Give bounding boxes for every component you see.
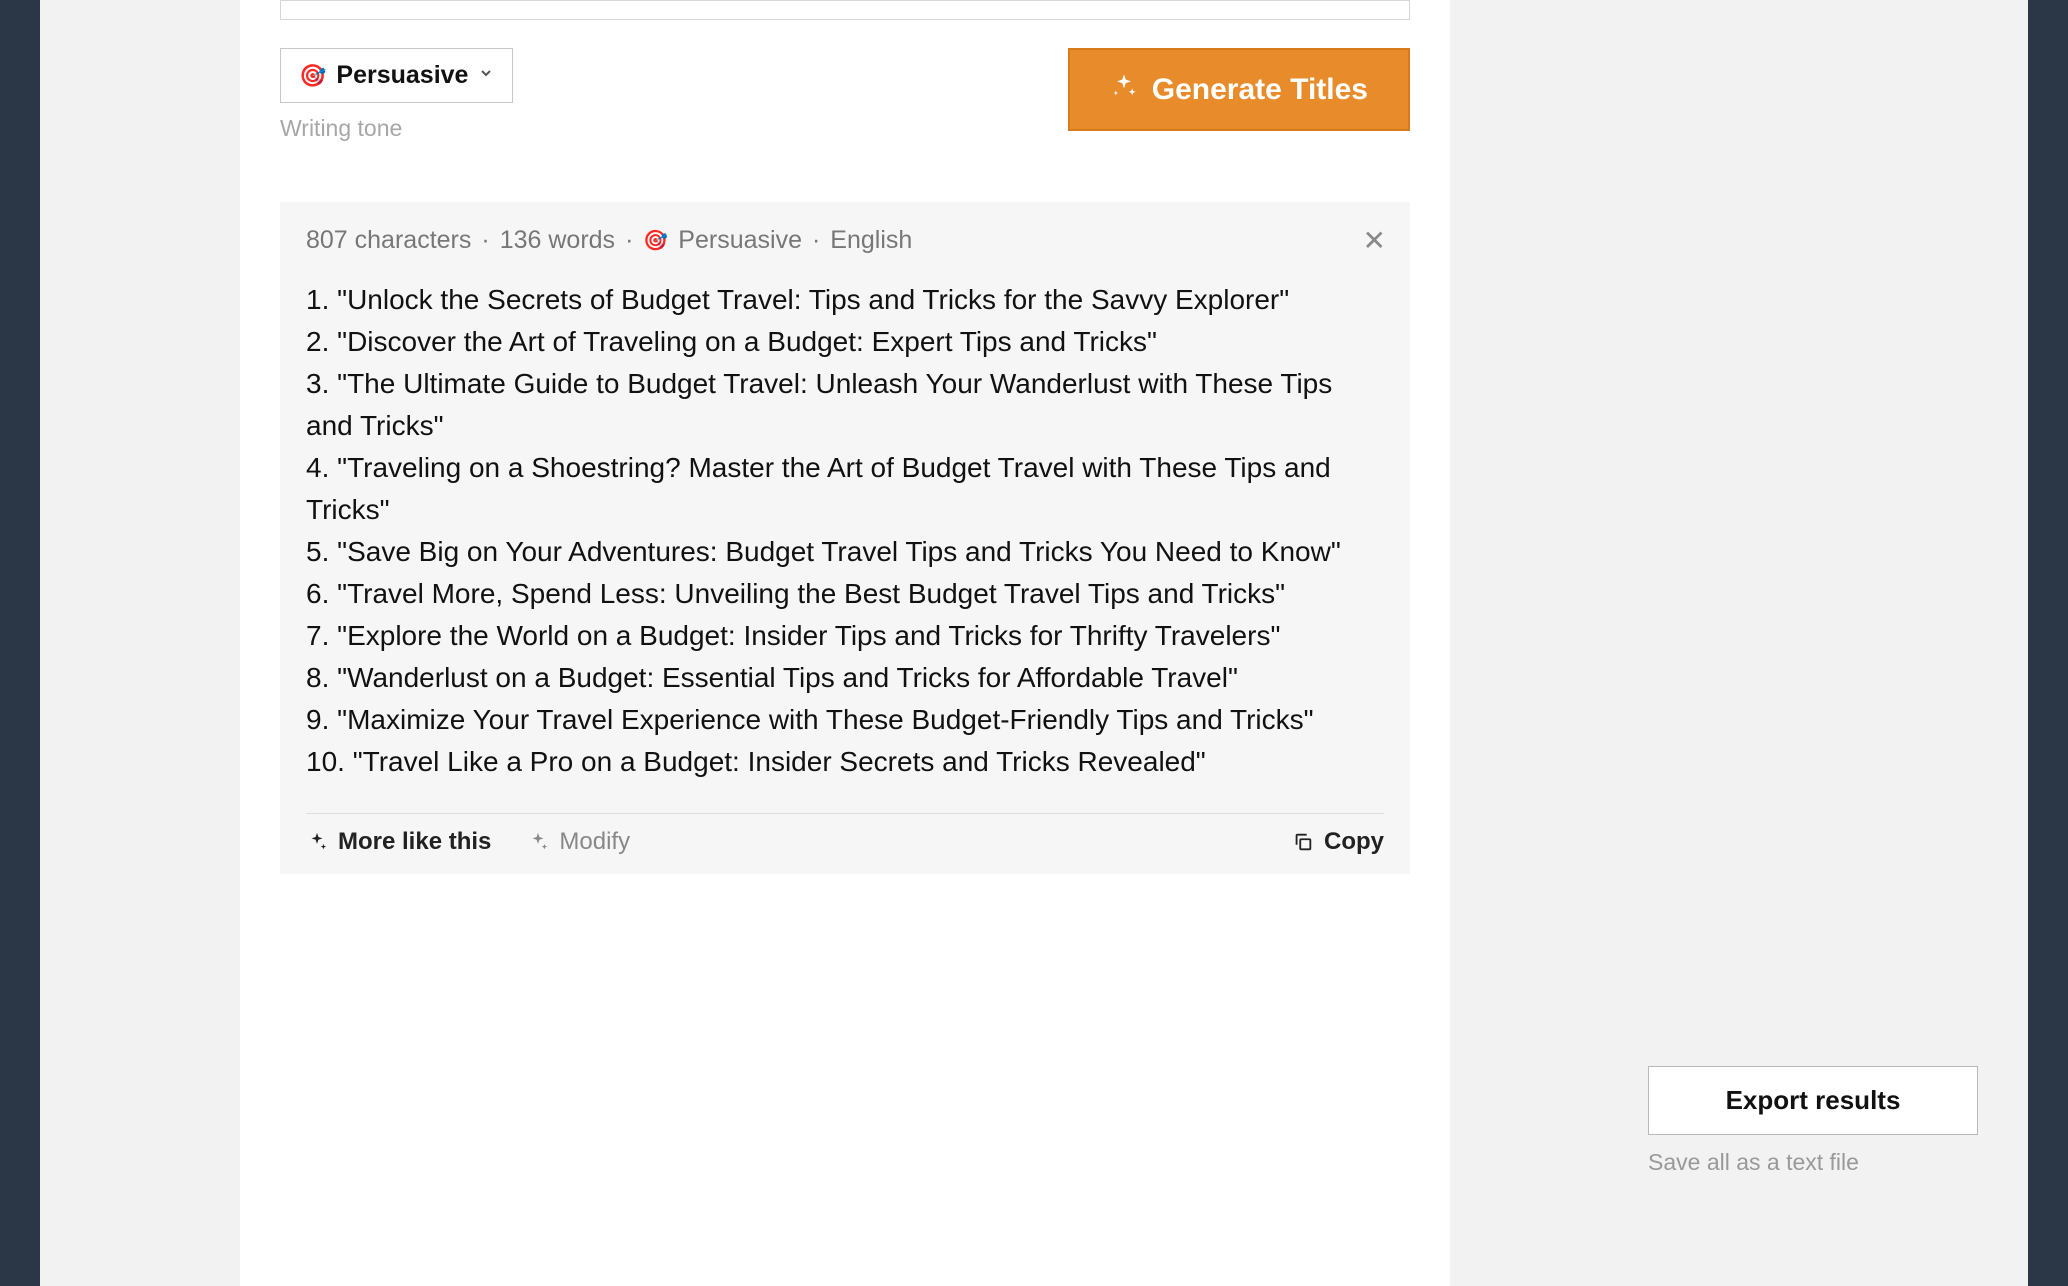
copy-button[interactable]: Copy [1292, 828, 1384, 856]
export-label: Export results [1726, 1085, 1901, 1115]
sparkle-icon [1110, 72, 1138, 107]
meta-tone: Persuasive [678, 226, 802, 255]
result-meta: 807 characters · 136 words · 🎯 Persuasiv… [306, 226, 1384, 255]
list-item: 4. "Traveling on a Shoestring? Master th… [306, 447, 1384, 531]
list-item: 1. "Unlock the Secrets of Budget Travel:… [306, 279, 1384, 321]
divider [306, 813, 1384, 814]
meta-characters: 807 characters [306, 226, 471, 255]
tone-label: Persuasive [336, 61, 468, 90]
export-caption: Save all as a text file [1648, 1149, 1978, 1176]
meta-words: 136 words [500, 226, 615, 255]
chevron-down-icon [478, 65, 494, 86]
list-item: 6. "Travel More, Spend Less: Unveiling t… [306, 573, 1384, 615]
sparkle-icon [527, 831, 549, 853]
more-like-this-button[interactable]: More like this [306, 828, 491, 856]
titles-list: 1. "Unlock the Secrets of Budget Travel:… [306, 279, 1384, 783]
meta-language: English [830, 226, 912, 255]
generate-titles-button[interactable]: Generate Titles [1068, 48, 1410, 131]
copy-icon [1292, 831, 1314, 853]
more-label: More like this [338, 828, 491, 856]
list-item: 9. "Maximize Your Travel Experience with… [306, 699, 1384, 741]
modify-label: Modify [559, 828, 630, 856]
sparkle-icon [306, 831, 328, 853]
list-item: 7. "Explore the World on a Budget: Insid… [306, 615, 1384, 657]
copy-label: Copy [1324, 828, 1384, 856]
target-icon: 🎯 [643, 228, 668, 253]
list-item: 2. "Discover the Art of Traveling on a B… [306, 321, 1384, 363]
list-item: 5. "Save Big on Your Adventures: Budget … [306, 531, 1384, 573]
tone-caption: Writing tone [280, 115, 513, 142]
prompt-input[interactable] [280, 0, 1410, 20]
generate-label: Generate Titles [1152, 73, 1368, 107]
close-icon[interactable]: ✕ [1363, 224, 1386, 257]
list-item: 3. "The Ultimate Guide to Budget Travel:… [306, 363, 1384, 447]
tone-select[interactable]: 🎯 Persuasive [280, 48, 513, 103]
result-card: ✕ 807 characters · 136 words · 🎯 Persuas… [280, 202, 1410, 874]
list-item: 10. "Travel Like a Pro on a Budget: Insi… [306, 741, 1384, 783]
list-item: 8. "Wanderlust on a Budget: Essential Ti… [306, 657, 1384, 699]
export-results-button[interactable]: Export results [1648, 1066, 1978, 1135]
target-icon: 🎯 [299, 63, 326, 89]
modify-button[interactable]: Modify [527, 828, 630, 856]
